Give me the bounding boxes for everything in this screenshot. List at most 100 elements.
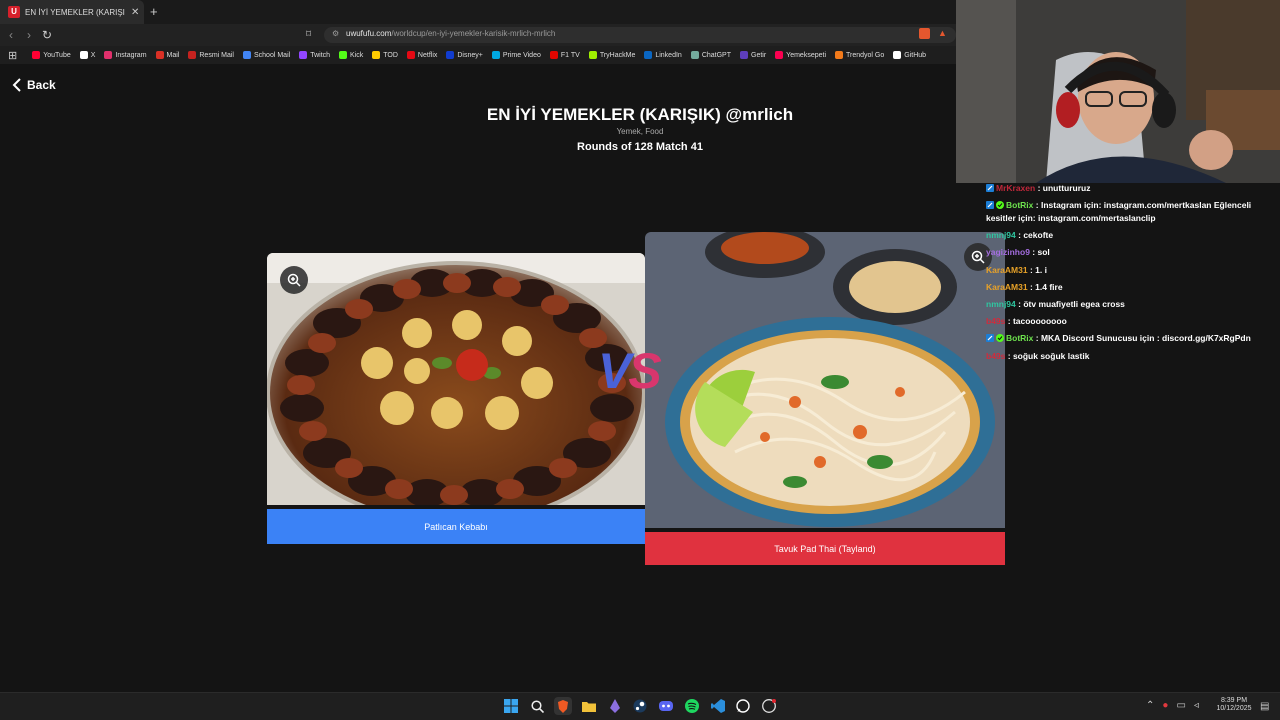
brave-rewards-icon[interactable]: ▲ [938, 28, 947, 38]
brave-shields-icon[interactable] [919, 28, 930, 39]
forward-arrow-icon[interactable]: › [27, 28, 31, 42]
whatsapp-icon[interactable] [734, 697, 752, 715]
chat-username[interactable]: KaraAM31 [986, 265, 1028, 275]
active-tab[interactable]: U EN İYİ YEMEKLER (KARIŞIK) @mr ✕ [0, 0, 144, 24]
bookmark-item[interactable]: Getir [740, 51, 766, 59]
bookmark-favicon-icon [155, 51, 164, 59]
bookmark-item[interactable]: Prime Video [491, 51, 541, 59]
spotify-icon[interactable] [683, 697, 701, 715]
bookmark-item[interactable]: Resmi Mail [188, 51, 234, 59]
chat-text: cekofte [1023, 230, 1054, 241]
bookmark-item[interactable]: Kick [339, 51, 363, 59]
system-tray: ⌃ ● ▭ ◃ [1146, 700, 1199, 711]
bookmark-label: Trendyol Go [846, 51, 885, 59]
bookmark-item[interactable]: X [79, 51, 96, 59]
right-food-image[interactable] [645, 232, 1005, 528]
bookmark-item[interactable]: F1 TV [549, 51, 580, 59]
bookmark-label: Getir [751, 51, 767, 59]
chat-text: soğuk soğuk lastik [1012, 350, 1090, 361]
bookmark-item[interactable]: Disney+ [446, 51, 483, 59]
chat-message: MrKraxen : unuttururuz [986, 180, 1280, 197]
bookmark-item[interactable]: TOD [372, 51, 398, 59]
bookmark-favicon-icon [188, 51, 197, 59]
chat-text: 1.4 fire [1035, 281, 1063, 292]
search-icon[interactable] [528, 697, 546, 715]
bookmark-favicon-icon [893, 51, 902, 59]
chat-username[interactable]: BotRix [1006, 333, 1033, 343]
chat-username[interactable]: KaraAM31 [986, 282, 1028, 292]
bookmark-item[interactable]: Trendyol Go [835, 51, 884, 59]
bookmark-item[interactable]: Instagram [104, 51, 147, 59]
choose-right-button[interactable]: Tavuk Pad Thai (Tayland) [645, 532, 1005, 565]
bookmark-label: Disney+ [457, 51, 483, 59]
bookmark-favicon-icon [104, 51, 113, 59]
site-favicon: U [8, 6, 20, 18]
left-food-image[interactable] [267, 253, 645, 505]
choose-left-button[interactable]: Patlıcan Kebabı [267, 509, 645, 544]
chevron-up-icon[interactable]: ⌃ [1146, 700, 1154, 711]
close-tab-icon[interactable]: ✕ [131, 7, 139, 18]
bookmark-item[interactable]: LinkedIn [644, 51, 682, 59]
discord-icon[interactable] [657, 697, 675, 715]
obs-icon[interactable] [760, 697, 778, 715]
chat-username[interactable]: MrKraxen [996, 183, 1035, 193]
chat-username[interactable]: nmnj94 [986, 230, 1016, 240]
chat-username[interactable]: BotRix [1006, 200, 1033, 210]
chat-separator: : [1029, 247, 1038, 258]
bookmark-item[interactable]: Netflix [406, 51, 437, 59]
chat-text: 1. i [1035, 264, 1047, 275]
bookmark-item[interactable]: ChatGPT [690, 51, 731, 59]
bookmark-item[interactable]: YouTube [32, 51, 71, 59]
site-info-icon[interactable]: ⚙ [332, 29, 339, 38]
bookmark-favicon-icon [243, 51, 251, 59]
apps-grid-icon[interactable]: ⊞ [8, 49, 17, 62]
bookmark-item[interactable]: TryHackMe [588, 51, 635, 59]
url-text[interactable]: uwufufu.com/worldcup/en-iyi-yemekler-kar… [346, 29, 555, 38]
back-button[interactable]: Back [12, 78, 56, 92]
bookmark-label: X [90, 51, 96, 59]
bookmark-icon[interactable]: ⌑ [306, 29, 311, 40]
chevron-left-icon [12, 78, 21, 92]
reload-icon[interactable]: ↻ [42, 28, 52, 42]
bookmark-item[interactable]: GitHub [893, 51, 926, 59]
chat-message: nmnj94 : cekofte [986, 227, 1280, 244]
new-tab-icon[interactable]: + [150, 4, 158, 19]
notification-icon[interactable]: ▤ [1260, 701, 1269, 712]
vscode-icon[interactable] [709, 697, 727, 715]
bookmark-favicon-icon [549, 51, 558, 59]
file-explorer-icon[interactable] [580, 697, 598, 715]
chat-username[interactable]: b49s [986, 351, 1005, 361]
bookmark-item[interactable]: School Mail [243, 51, 290, 59]
volume-icon[interactable]: ◃ [1194, 700, 1199, 711]
brave-browser-icon[interactable] [554, 697, 572, 715]
stream-chat: MrKraxen : unuttururuz BotRix : Instagram… [986, 180, 1280, 365]
chat-separator: : [1005, 316, 1013, 327]
bookmark-favicon-icon [446, 51, 455, 59]
verified-badge-icon [996, 331, 1004, 343]
bookmark-label: LinkedIn [655, 51, 682, 59]
app-purple-icon[interactable] [606, 697, 624, 715]
bookmark-label: Prime Video [502, 51, 541, 59]
chat-message: BotRix : Instagram için: instagram.com/m… [986, 197, 1280, 227]
chat-separator: : [1005, 350, 1013, 361]
bookmark-item[interactable]: Yemeksepeti [775, 51, 826, 59]
zoom-left-button[interactable] [280, 266, 308, 294]
network-icon[interactable]: ▭ [1176, 700, 1185, 711]
bookmark-item[interactable]: Mail [155, 51, 179, 59]
chat-username[interactable]: yagizinho9 [986, 247, 1030, 257]
chat-text: ötv muafiyetli egea cross [1023, 299, 1125, 310]
back-arrow-icon[interactable]: ‹ [9, 28, 13, 42]
zoom-in-icon [287, 273, 301, 287]
bookmark-item[interactable]: Twitch [299, 51, 330, 59]
moderator-badge-icon [986, 200, 994, 210]
bookmark-label: YouTube [43, 51, 71, 59]
versus-label: VS [598, 343, 662, 399]
steam-icon[interactable] [631, 697, 649, 715]
start-menu-icon[interactable] [502, 697, 520, 715]
microphone-icon[interactable]: ● [1162, 700, 1168, 711]
chat-username[interactable]: b49s [986, 316, 1005, 326]
chat-username[interactable]: nmnj94 [986, 299, 1016, 309]
bookmark-favicon-icon [491, 51, 500, 59]
chat-message: nmnj94 : ötv muafiyetli egea cross [986, 296, 1280, 313]
taskbar-clock[interactable]: 8:39 PM 10/12/2025 [1214, 697, 1254, 713]
